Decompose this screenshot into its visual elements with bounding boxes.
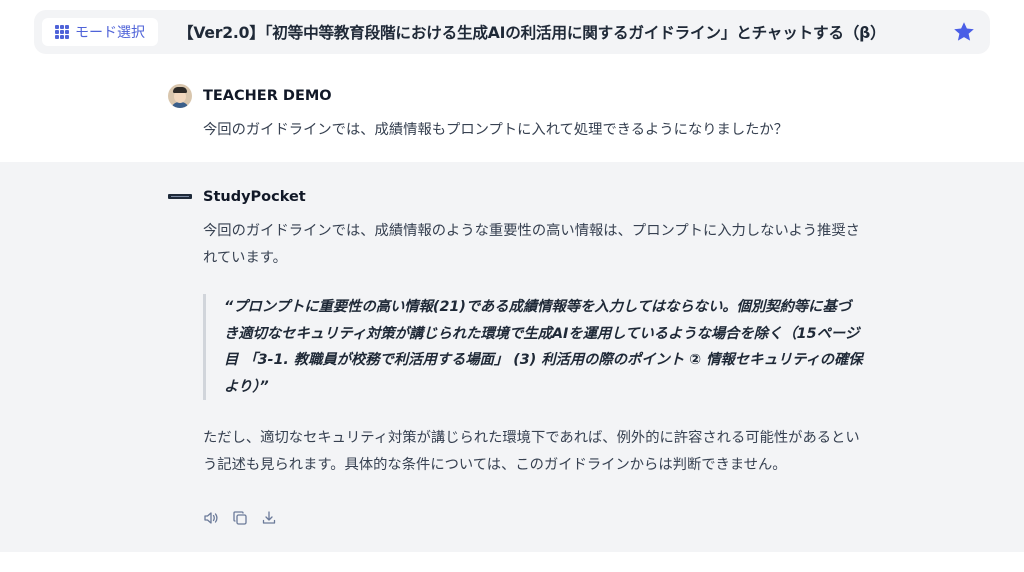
page-title: 【Ver2.0】「初等中等教育段階における生成AIの利活用に関するガイドライン」…	[178, 24, 886, 42]
star-icon[interactable]	[952, 20, 976, 44]
copy-icon[interactable]	[232, 510, 248, 526]
blockquote: “プロンプトに重要性の高い情報(21)である成績情報等を入力してはならない。個別…	[203, 294, 863, 400]
header-bar: モード選択 【Ver2.0】「初等中等教育段階における生成AIの利活用に関するガ…	[34, 10, 990, 54]
user-message-text: 今回のガイドラインでは、成績情報もプロンプトに入れて処理できるようになりましたか…	[203, 122, 789, 138]
avatar	[168, 84, 192, 108]
user-name: TEACHER DEMO	[203, 88, 332, 104]
user-message: TEACHER DEMO 今回のガイドラインでは、成績情報もプロンプトに入れて処…	[0, 62, 1024, 162]
assistant-message: StudyPocket 今回のガイドラインでは、成績情報のような重要性の高い情報…	[0, 162, 1024, 552]
assistant-paragraph: ただし、適切なセキュリティ対策が講じられた環境下であれば、例外的に許容される可能…	[203, 430, 860, 473]
grid-icon	[55, 25, 69, 39]
bot-avatar	[168, 194, 192, 199]
message-actions	[203, 510, 277, 526]
download-icon[interactable]	[261, 510, 277, 526]
mode-select-label: モード選択	[75, 25, 145, 41]
assistant-paragraph: 今回のガイドラインでは、成績情報のような重要性の高い情報は、プロンプトに入力しな…	[203, 223, 860, 266]
speaker-icon[interactable]	[203, 510, 219, 526]
assistant-name: StudyPocket	[203, 189, 306, 205]
mode-select-button[interactable]: モード選択	[42, 18, 158, 46]
